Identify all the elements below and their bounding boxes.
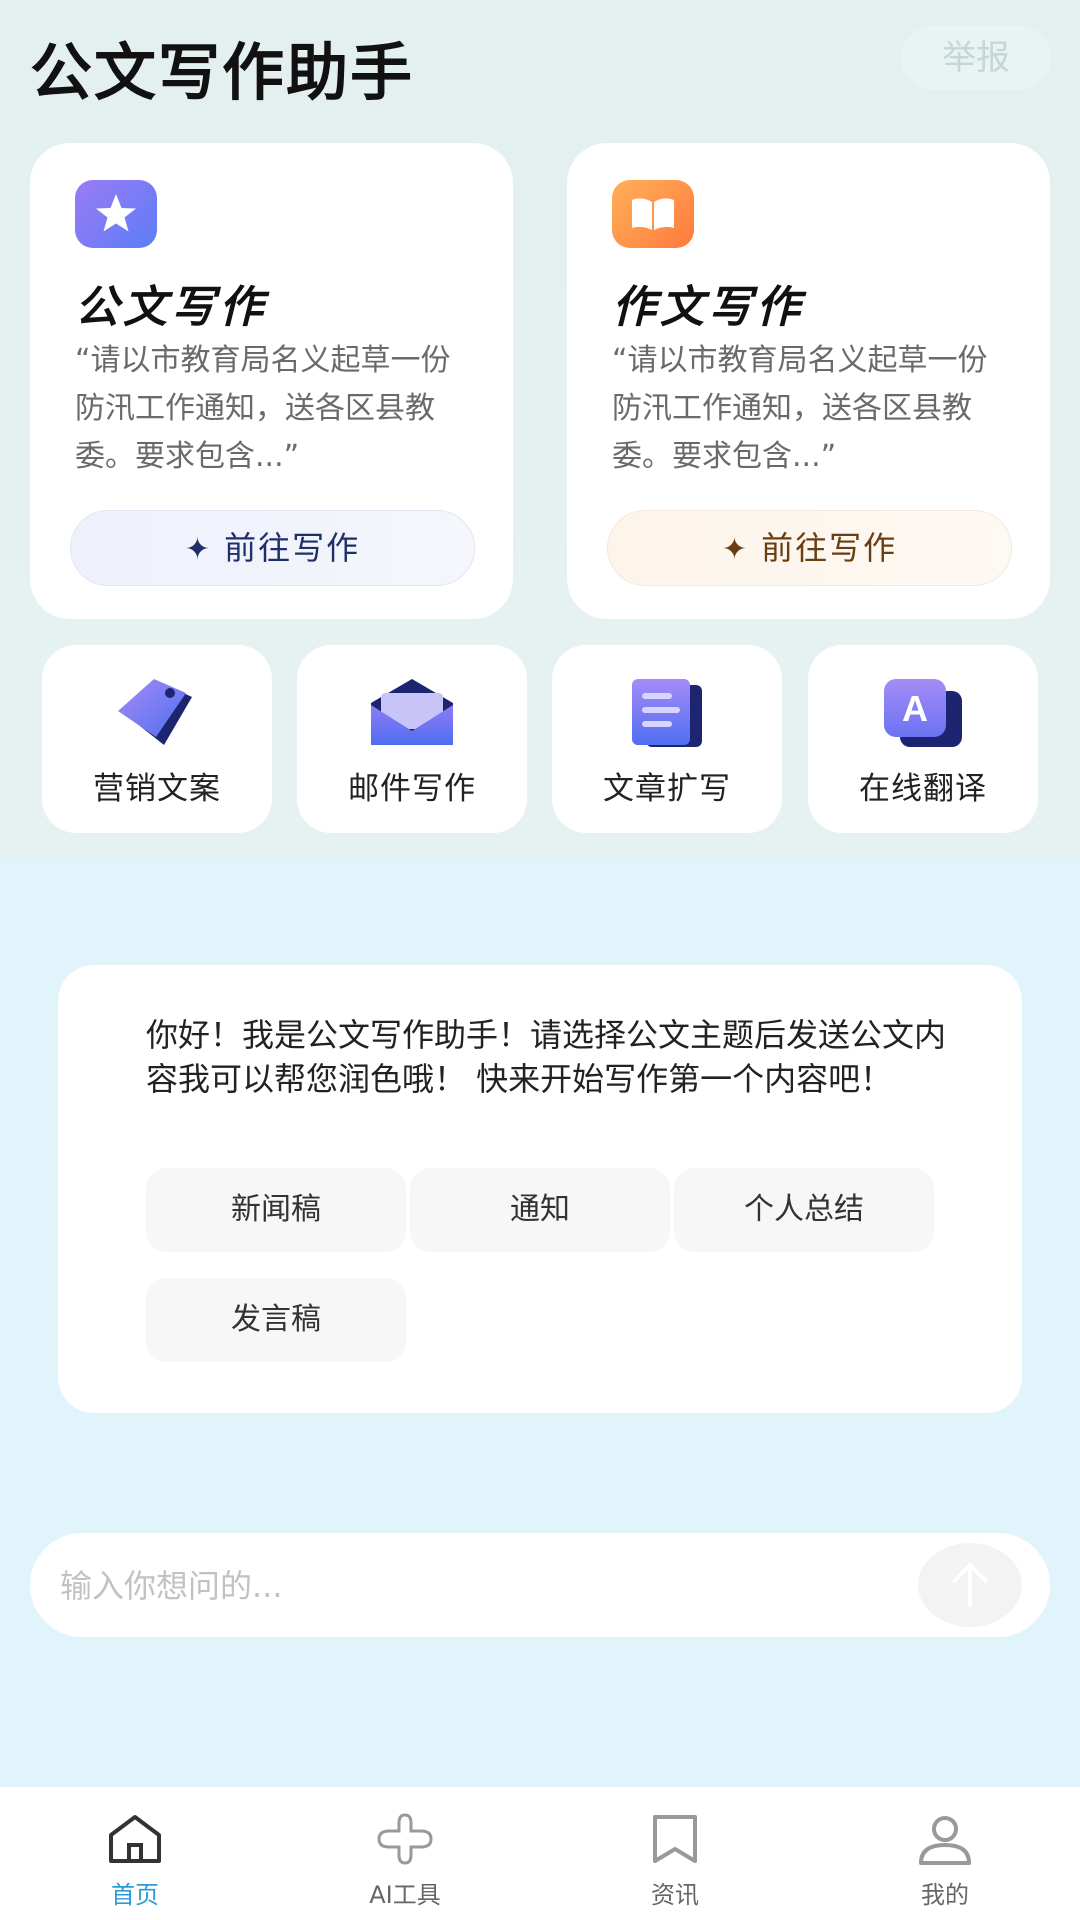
assistant-message-card: 你好！我是公文写作助手！请选择公文主题后发送公文内容我可以帮您润色哦！ 快来开始… [58,965,1022,1413]
star-icon [75,180,157,248]
card-description: “请以市教育局名义起草一份防汛工作通知，送各区县教委。要求包含...” [75,343,451,474]
go-write-label: 前往写作 [761,529,898,567]
report-button[interactable]: 举报 [901,26,1051,90]
tool-marketing-copy[interactable]: 营销文案 [42,645,272,833]
go-write-button[interactable]: ✦ 前往写作 [607,510,1012,586]
ai-tools-icon [377,1813,433,1865]
official-writing-card[interactable]: 公文写作 “请以市教育局名义起草一份防汛工作通知，送各区县教委。要求包含...”… [30,143,513,619]
tool-email-writing[interactable]: 邮件写作 [297,645,527,833]
page-title: 公文写作助手 [30,36,415,109]
news-icon [653,1815,697,1863]
book-icon [612,180,694,248]
user-icon [919,1816,971,1865]
document-icon [622,675,712,751]
home-icon [109,1815,161,1863]
go-write-button[interactable]: ✦ 前往写作 [70,510,475,586]
tool-online-translate[interactable]: A 在线翻译 [808,645,1038,833]
assistant-message: 你好！我是公文写作助手！请选择公文主题后发送公文内容我可以帮您润色哦！ 快来开始… [146,1016,947,1098]
top-section: 公文写作助手 举报 公文写作 “请以市教育局名义起草一份防汛工作通知，送各区县教… [0,0,1080,858]
tool-label: 营销文案 [93,771,221,807]
tool-label: 文章扩写 [603,771,731,807]
sparkle-icon: ✦ [184,532,213,567]
svg-text:A: A [902,688,928,729]
card-title: 作文写作 [612,282,804,333]
tab-news[interactable]: 资讯 [540,1787,810,1920]
tab-label: 资讯 [651,1881,699,1909]
tool-label: 邮件写作 [348,771,476,807]
bottom-tab-bar: 首页 AI工具 资讯 我的 [0,1787,1080,1920]
go-write-label: 前往写作 [224,529,361,567]
card-description: “请以市教育局名义起草一份防汛工作通知，送各区县教委。要求包含...” [612,343,988,474]
essay-writing-card[interactable]: 作文写作 “请以市教育局名义起草一份防汛工作通知，送各区县教委。要求包含...”… [567,143,1050,619]
topic-personal-summary[interactable]: 个人总结 [674,1168,934,1252]
tool-label: 在线翻译 [859,771,987,807]
chat-input[interactable] [58,1533,902,1639]
card-title: 公文写作 [75,282,267,333]
chat-input-bar [30,1533,1050,1639]
mail-icon [367,675,457,751]
translate-icon: A [878,675,968,751]
tab-label: 首页 [111,1881,159,1909]
topic-press-release[interactable]: 新闻稿 [146,1168,406,1252]
tab-label: 我的 [921,1881,969,1909]
topic-speech[interactable]: 发言稿 [146,1278,406,1362]
arrow-up-icon [952,1563,988,1607]
tool-article-expand[interactable]: 文章扩写 [552,645,782,833]
tab-label: AI工具 [369,1881,441,1909]
tab-ai-tools[interactable]: AI工具 [270,1787,540,1920]
sparkle-icon: ✦ [721,532,750,567]
topic-notice[interactable]: 通知 [410,1168,670,1252]
tab-home[interactable]: 首页 [0,1787,270,1920]
tag-icon [112,675,202,751]
tab-mine[interactable]: 我的 [810,1787,1080,1920]
send-button[interactable] [918,1543,1022,1627]
